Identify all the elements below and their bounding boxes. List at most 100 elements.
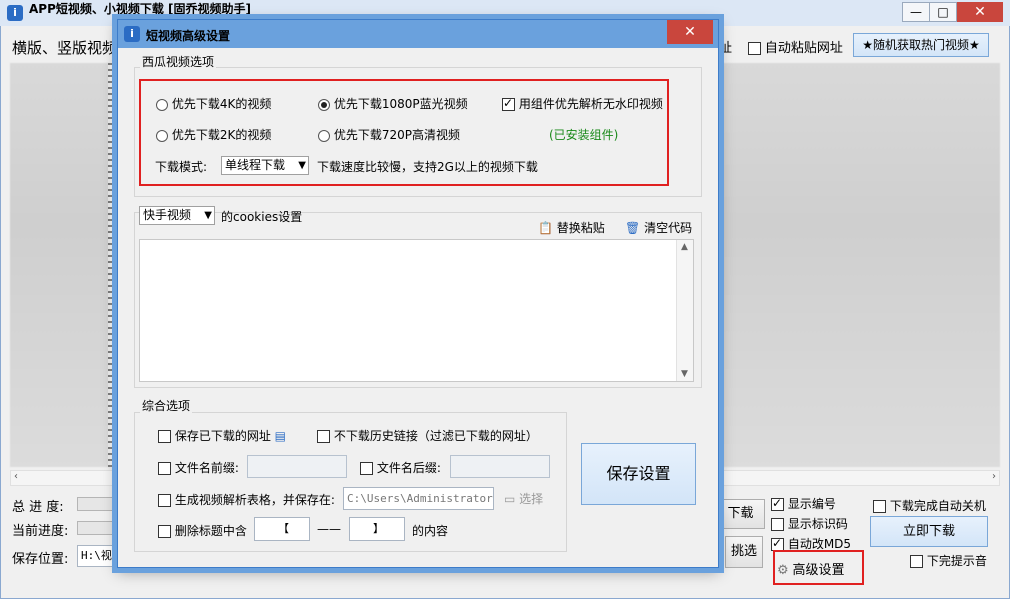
clear-code-label: 清空代码 bbox=[644, 221, 693, 235]
paste-icon: 📋 bbox=[538, 221, 553, 235]
suffix-check-icon[interactable] bbox=[360, 462, 373, 475]
cookies-platform-value: 快手视频 bbox=[143, 208, 192, 222]
left-blurred-panel bbox=[10, 63, 110, 467]
minimize-button[interactable]: — bbox=[902, 2, 930, 22]
clear-icon: 🗑 bbox=[625, 221, 641, 235]
dialog-title: 短视频高级设置 bbox=[146, 29, 231, 43]
no-history-check-icon[interactable] bbox=[317, 430, 330, 443]
general-group-title: 综合选项 bbox=[140, 397, 193, 414]
delete-title-check-icon[interactable] bbox=[158, 525, 171, 538]
auto-md5-label: 自动改MD5 bbox=[787, 537, 852, 551]
shutdown-check-icon[interactable] bbox=[873, 500, 886, 513]
radio-4k-icon[interactable] bbox=[156, 98, 168, 111]
radio-4k-label: 优先下载4K的视频 bbox=[171, 97, 272, 111]
delete-title-label: 删除标题中含 bbox=[174, 524, 247, 538]
no-history-label: 不下载历史链接（过滤已下载的网址） bbox=[333, 429, 538, 443]
shutdown-checkbox[interactable]: 下载完成自动关机 bbox=[873, 497, 986, 514]
component-checkbox[interactable]: 用组件优先解析无水印视频 bbox=[502, 95, 663, 112]
suffix-input[interactable] bbox=[450, 455, 550, 478]
main-close-button[interactable]: ✕ bbox=[957, 2, 1003, 22]
radio-2k-icon[interactable] bbox=[156, 129, 168, 142]
scroll-down-arrow-icon[interactable]: ▼ bbox=[681, 369, 688, 379]
prefix-input[interactable] bbox=[247, 455, 347, 478]
current-progress-bar bbox=[77, 521, 121, 535]
chevron-down-icon: ▼ bbox=[298, 160, 306, 171]
sound-checkbox[interactable]: 下完提示音 bbox=[910, 552, 987, 569]
delete-title-checkbox[interactable]: 删除标题中含 bbox=[158, 522, 247, 539]
cookies-platform-select[interactable]: 快手视频 ▼ bbox=[139, 206, 215, 225]
radio-1080p-icon[interactable] bbox=[318, 98, 330, 111]
document-icon[interactable]: ▤ bbox=[275, 429, 286, 443]
advanced-settings-label: 高级设置 bbox=[792, 563, 845, 578]
show-number-label: 显示编号 bbox=[787, 497, 836, 511]
cookies-label: 的cookies设置 bbox=[221, 210, 303, 224]
app-icon: i bbox=[7, 5, 23, 21]
gen-table-check-icon[interactable] bbox=[158, 494, 171, 507]
suffix-label: 文件名后缀: bbox=[376, 461, 441, 475]
toolbar-partial-text: 址 bbox=[719, 41, 733, 56]
auto-paste-check-icon[interactable] bbox=[748, 42, 761, 55]
choose-label: 选择 bbox=[519, 492, 544, 506]
dash-text: —— bbox=[317, 522, 341, 536]
download-mode-note: 下载速度比较慢，支持2G以上的视频下载 bbox=[317, 160, 538, 174]
component-label: 用组件优先解析无水印视频 bbox=[518, 97, 663, 111]
clear-code-button[interactable]: 🗑 清空代码 bbox=[625, 219, 692, 236]
cookies-textarea[interactable]: ▲ ▼ bbox=[139, 239, 694, 382]
auto-paste-label: 自动粘贴网址 bbox=[764, 41, 843, 56]
radio-720p-icon[interactable] bbox=[318, 129, 330, 142]
no-history-checkbox[interactable]: 不下载历史链接（过滤已下载的网址） bbox=[317, 427, 538, 444]
cookies-scrollbar[interactable]: ▲ ▼ bbox=[676, 240, 693, 381]
save-urls-label: 保存已下载的网址 bbox=[174, 429, 271, 443]
download-now-button[interactable]: 立即下载 bbox=[870, 516, 988, 547]
pick-button[interactable]: 挑选 bbox=[725, 536, 763, 568]
random-hot-videos-button[interactable]: ★随机获取热门视频★ bbox=[853, 33, 989, 57]
advanced-settings-button[interactable]: ⚙ 高级设置 bbox=[777, 559, 845, 578]
save-settings-button[interactable]: 保存设置 bbox=[581, 443, 696, 505]
maximize-button[interactable]: □ bbox=[929, 2, 957, 22]
scroll-up-arrow-icon[interactable]: ▲ bbox=[681, 242, 688, 252]
suffix-checkbox[interactable]: 文件名后缀: bbox=[360, 459, 441, 476]
show-mark-label: 显示标识码 bbox=[787, 517, 848, 531]
prefix-checkbox[interactable]: 文件名前缀: bbox=[158, 459, 239, 476]
save-location-input[interactable]: H:\视频 bbox=[77, 545, 121, 567]
show-number-checkbox[interactable]: 显示编号 bbox=[771, 495, 836, 512]
auto-paste-checkbox[interactable]: 自动粘贴网址 bbox=[748, 37, 843, 56]
component-check-icon[interactable] bbox=[502, 96, 515, 111]
radio-4k[interactable]: 优先下载4K的视频 bbox=[156, 95, 271, 112]
save-urls-check-icon[interactable] bbox=[158, 430, 171, 443]
radio-2k[interactable]: 优先下载2K的视频 bbox=[156, 126, 271, 143]
download-button[interactable]: 下载 bbox=[717, 499, 765, 529]
scroll-left-arrow-icon[interactable]: ‹ bbox=[14, 471, 18, 482]
save-location-label: 保存位置: bbox=[12, 552, 69, 567]
gen-table-label: 生成视频解析表格，并保存在: bbox=[174, 493, 335, 507]
table-path-input[interactable]: C:\Users\Administrator\De bbox=[343, 487, 494, 510]
download-mode-value: 单线程下载 bbox=[225, 158, 286, 172]
replace-paste-button[interactable]: 📋 替换粘贴 bbox=[538, 219, 605, 236]
show-mark-check-icon[interactable] bbox=[771, 518, 784, 531]
radio-1080p-label: 优先下载1080P蓝光视频 bbox=[333, 97, 468, 111]
total-progress-bar bbox=[77, 497, 121, 511]
replace-paste-label: 替换粘贴 bbox=[556, 221, 605, 235]
radio-1080p[interactable]: 优先下载1080P蓝光视频 bbox=[318, 95, 468, 112]
bracket-left-input[interactable]: 【 bbox=[254, 517, 310, 541]
gen-table-checkbox[interactable]: 生成视频解析表格，并保存在: bbox=[158, 491, 335, 508]
scroll-right-arrow-icon[interactable]: › bbox=[992, 471, 996, 482]
current-progress-label: 当前进度: bbox=[12, 524, 69, 539]
save-urls-checkbox[interactable]: 保存已下载的网址 ▤ bbox=[158, 427, 286, 444]
sound-check-icon[interactable] bbox=[910, 555, 923, 568]
dialog-app-icon: i bbox=[124, 26, 140, 42]
show-number-check-icon[interactable] bbox=[771, 496, 784, 511]
prefix-check-icon[interactable] bbox=[158, 462, 171, 475]
gear-icon: ⚙ bbox=[777, 563, 789, 578]
choose-button[interactable]: ▭ 选择 bbox=[504, 490, 543, 507]
content-label: 的内容 bbox=[412, 524, 449, 538]
show-mark-checkbox[interactable]: 显示标识码 bbox=[771, 515, 848, 532]
bracket-right-input[interactable]: 】 bbox=[349, 517, 405, 541]
radio-720p[interactable]: 优先下载720P高清视频 bbox=[318, 126, 460, 143]
chevron-down-icon: ▼ bbox=[204, 210, 212, 221]
dialog-close-button[interactable]: ✕ bbox=[667, 20, 713, 44]
toolbar-left-text: 横版、竖版视频 bbox=[12, 39, 118, 57]
prefix-label: 文件名前缀: bbox=[174, 461, 239, 475]
shutdown-label: 下载完成自动关机 bbox=[889, 499, 986, 513]
download-mode-select[interactable]: 单线程下载 ▼ bbox=[221, 156, 309, 175]
